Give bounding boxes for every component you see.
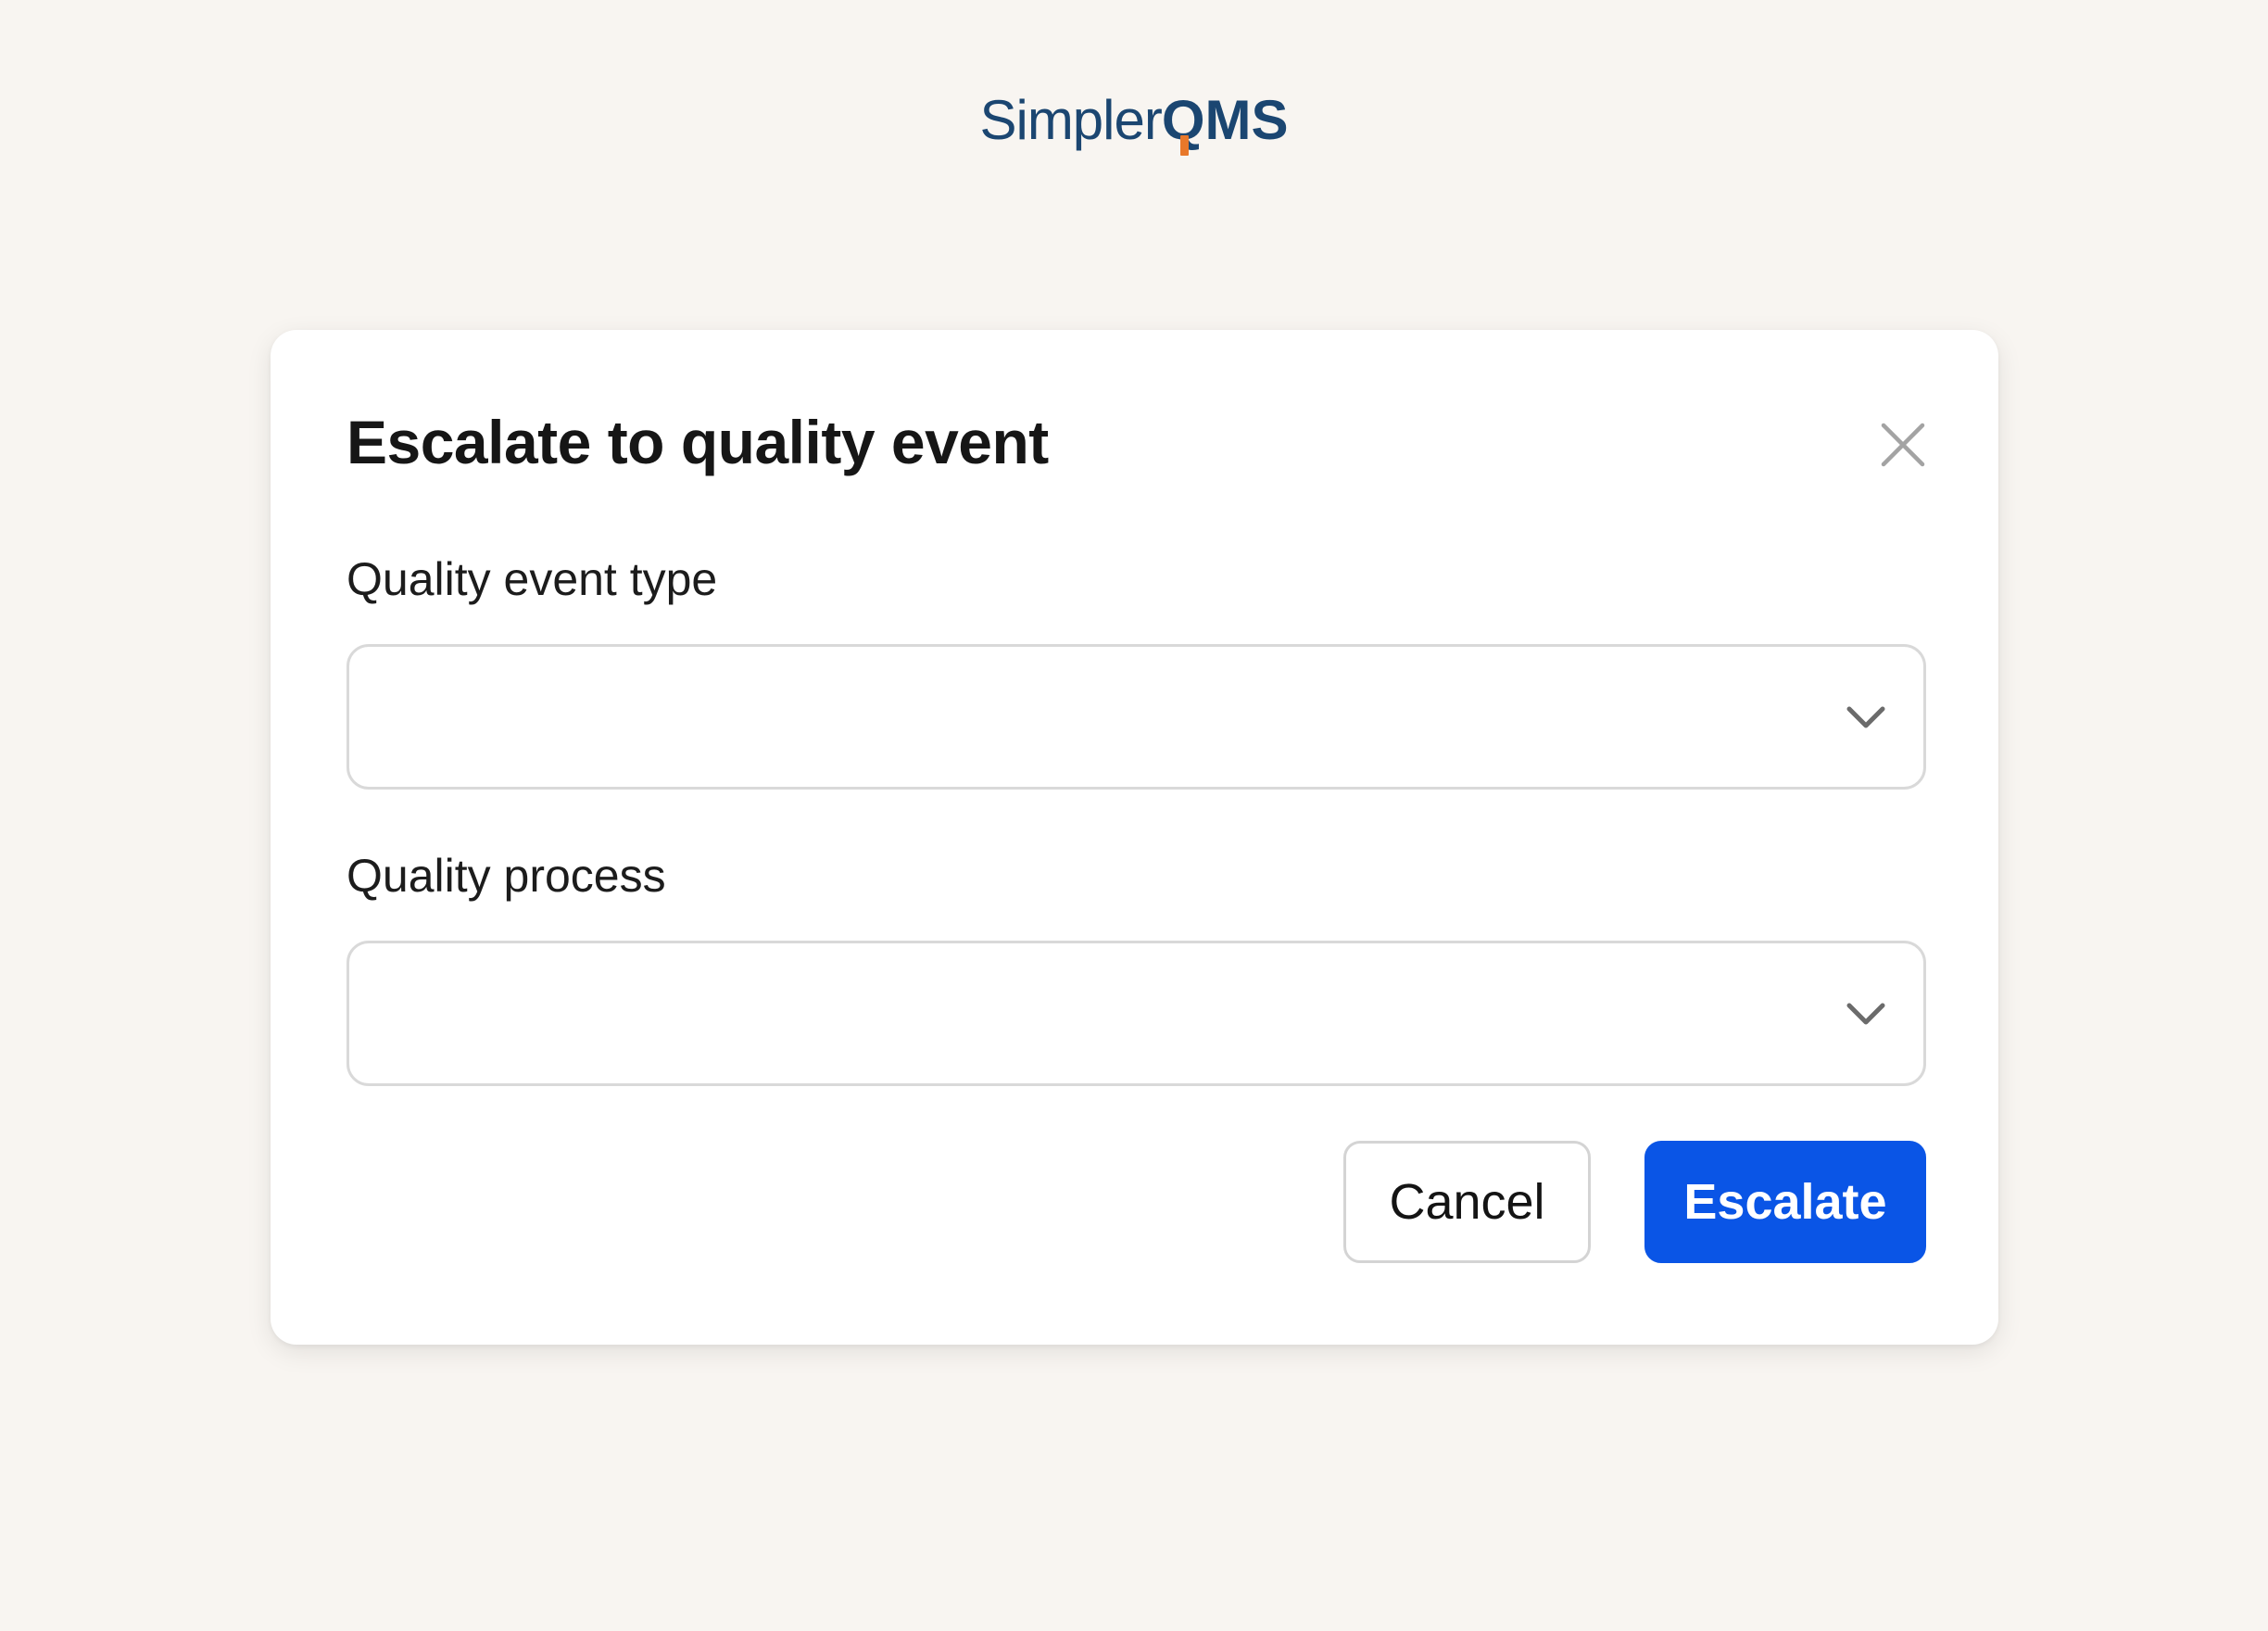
quality-process-label: Quality process [346,850,666,902]
quality-event-type-select[interactable] [346,644,1926,790]
cancel-button[interactable]: Cancel [1343,1141,1591,1263]
logo-text-simpler: Simpler [979,89,1162,151]
quality-process-select[interactable] [346,941,1926,1086]
escalate-dialog: Escalate to quality event Quality event … [271,330,1998,1345]
logo-text-qms: Q MS [1162,89,1289,156]
dialog-title: Escalate to quality event [346,408,1049,476]
close-button[interactable] [1878,420,1928,470]
escalate-button[interactable]: Escalate [1644,1141,1926,1263]
logo-q: Q [1162,93,1205,156]
logo-accent-mark [1180,135,1190,156]
quality-event-type-label: Quality event type [346,553,718,605]
chevron-down-icon [1846,706,1885,727]
close-icon [1881,423,1925,467]
chevron-down-icon [1846,1003,1885,1024]
simplerqms-logo: SimplerQ MS [0,93,2268,156]
logo-ms-letters: MS [1204,89,1289,151]
